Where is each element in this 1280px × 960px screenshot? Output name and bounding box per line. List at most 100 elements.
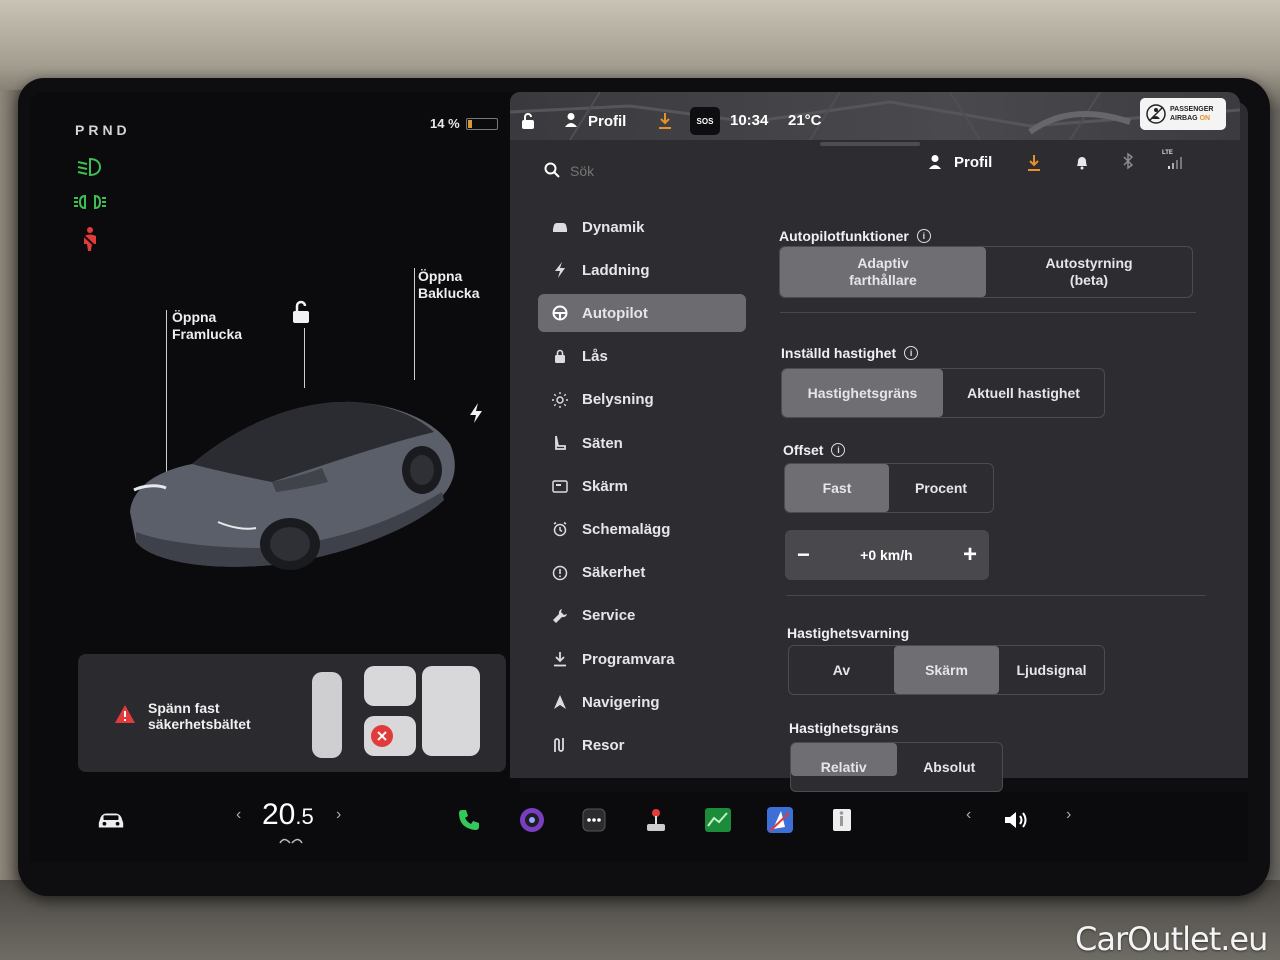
status-profile-icon <box>564 112 578 133</box>
passenger-airbag-indicator: PASSENGER AIRBAG ON <box>1140 98 1226 130</box>
steering-wheel-icon <box>552 305 568 321</box>
menu-item-label: Säten <box>582 434 623 452</box>
phone-icon[interactable] <box>454 805 484 835</box>
temp-down-button[interactable]: ‹ <box>236 806 241 824</box>
segment-option[interactable]: Adaptiv farthållare <box>780 247 986 297</box>
offset-stepper: − +0 km/h + <box>785 530 989 580</box>
seatbelt-alert-text: Spänn fast säkerhetsbältet <box>148 700 251 732</box>
volume-down-button[interactable]: ‹ <box>966 806 971 824</box>
volume-up-button[interactable]: › <box>1066 806 1071 824</box>
menu-item-skärm[interactable]: Skärm <box>538 467 746 505</box>
segment-option[interactable]: Hastighetsgräns <box>782 369 943 417</box>
arcade-joystick-icon[interactable] <box>641 805 671 835</box>
battery-indicator: 14 % <box>430 116 498 131</box>
menu-item-autopilot[interactable]: Autopilot <box>538 294 746 333</box>
menu-item-label: Säkerhet <box>582 564 646 582</box>
menu-item-label: Schemalägg <box>582 520 671 538</box>
charge-port-icon[interactable] <box>468 402 484 429</box>
sun-icon <box>552 391 568 408</box>
airbag-line1: PASSENGER <box>1170 106 1214 113</box>
profile-icon <box>928 154 942 175</box>
manual-icon[interactable] <box>827 805 857 835</box>
menu-item-label: Service <box>582 607 636 625</box>
menu-item-navigering[interactable]: Navigering <box>538 683 746 721</box>
menu-item-lås[interactable]: Lås <box>538 338 746 376</box>
energy-chart-icon[interactable] <box>703 805 733 835</box>
offset-title: Offset i <box>783 442 846 458</box>
volume-icon[interactable] <box>1002 805 1032 835</box>
settings-menu: Dynamik Laddning Autopilot Lås Belysning Säte… <box>518 208 758 778</box>
camera-icon[interactable] <box>517 805 547 835</box>
watermark: CarOutlet.eu <box>1075 920 1268 958</box>
menu-item-säten[interactable]: Säten <box>538 424 746 462</box>
more-apps-icon[interactable] <box>579 805 609 835</box>
bluetooth-icon[interactable] <box>1122 152 1134 175</box>
parking-lights-icon <box>74 192 106 217</box>
divider <box>786 595 1206 596</box>
segment-option[interactable]: Absolut <box>897 743 1003 776</box>
trunk-callout-line <box>414 268 415 380</box>
menu-item-schemalägg[interactable]: Schemalägg <box>538 510 746 548</box>
car-status-panel: PRND 14 % Öppna Framlucka Öppna Baklucka <box>30 92 520 792</box>
seat-icon <box>552 435 568 451</box>
seatbelt-alert-card: Spänn fast säkerhetsbältet <box>78 654 506 772</box>
segment-option[interactable]: Skärm <box>894 646 999 694</box>
unlock-icon[interactable] <box>290 300 312 329</box>
increase-button[interactable]: + <box>963 541 977 569</box>
autopilot-features-label: Autopilotfunktioner <box>779 228 909 244</box>
profile-button[interactable]: Profil <box>954 154 992 171</box>
lock-status-icon[interactable] <box>520 112 536 135</box>
airbag-off-icon <box>1146 104 1166 124</box>
segment-option[interactable]: Ljudsignal <box>999 646 1104 694</box>
car-icon[interactable] <box>96 805 126 835</box>
open-frunk-button[interactable]: Öppna Framlucka <box>172 309 242 343</box>
segment-option[interactable]: Av <box>789 646 894 694</box>
temp-up-button[interactable]: › <box>336 806 341 824</box>
menu-item-service[interactable]: Service <box>538 597 746 635</box>
navigation-icon <box>552 694 568 710</box>
temperature-main: 20 <box>262 798 296 831</box>
touchscreen: PRND 14 % Öppna Framlucka Öppna Baklucka <box>30 92 1248 792</box>
menu-item-dynamik[interactable]: Dynamik <box>538 208 746 246</box>
menu-item-resor[interactable]: Resor <box>538 726 746 764</box>
segment-option[interactable]: Fast <box>785 464 889 512</box>
cabin-temperature[interactable]: 20.5 <box>262 798 314 832</box>
info-icon[interactable]: i <box>904 346 919 360</box>
seatbelt-warning-icon <box>78 226 102 257</box>
speed-limit-selector: Relativ Absolut <box>790 742 1003 792</box>
navigation-app-icon[interactable] <box>765 805 795 835</box>
drag-handle[interactable] <box>820 142 920 146</box>
bell-icon[interactable] <box>1075 154 1089 175</box>
menu-item-programvara[interactable]: Programvara <box>538 640 746 678</box>
status-download-icon[interactable] <box>658 112 672 135</box>
download-icon <box>552 651 568 667</box>
search-icon[interactable] <box>544 162 560 183</box>
speed-limit-label: Hastighetsgräns <box>789 720 899 736</box>
info-icon[interactable]: i <box>831 443 846 457</box>
open-trunk-button[interactable]: Öppna Baklucka <box>418 268 479 302</box>
set-speed-label: Inställd hastighet <box>781 345 897 361</box>
info-icon[interactable]: i <box>916 229 931 243</box>
seat-map-icon <box>306 662 486 771</box>
sos-button[interactable]: SOS <box>690 107 720 135</box>
segment-option[interactable]: Relativ <box>791 743 897 776</box>
temperature-decimal: .5 <box>295 804 314 829</box>
offset-selector: Fast Procent <box>784 463 994 513</box>
low-beam-icon <box>76 156 104 183</box>
speed-limit-title: Hastighetsgräns <box>789 720 899 736</box>
search-input[interactable] <box>570 160 770 182</box>
download-icon[interactable] <box>1027 154 1041 177</box>
set-speed-title: Inställd hastighet i <box>781 345 919 361</box>
outside-temperature: 21°C <box>788 112 822 129</box>
menu-item-belysning[interactable]: Belysning <box>538 381 746 419</box>
menu-item-label: Lås <box>582 348 608 366</box>
car-render <box>122 372 462 587</box>
menu-item-säkerhet[interactable]: Säkerhet <box>538 554 746 592</box>
segment-option[interactable]: Procent <box>889 464 993 512</box>
segment-option[interactable]: Aktuell hastighet <box>943 369 1104 417</box>
decrease-button[interactable]: − <box>797 542 810 568</box>
status-profile-label[interactable]: Profil <box>588 113 626 130</box>
display-icon <box>552 478 568 494</box>
segment-option[interactable]: Autostyrning (beta) <box>986 247 1192 297</box>
menu-item-laddning[interactable]: Laddning <box>538 251 746 289</box>
